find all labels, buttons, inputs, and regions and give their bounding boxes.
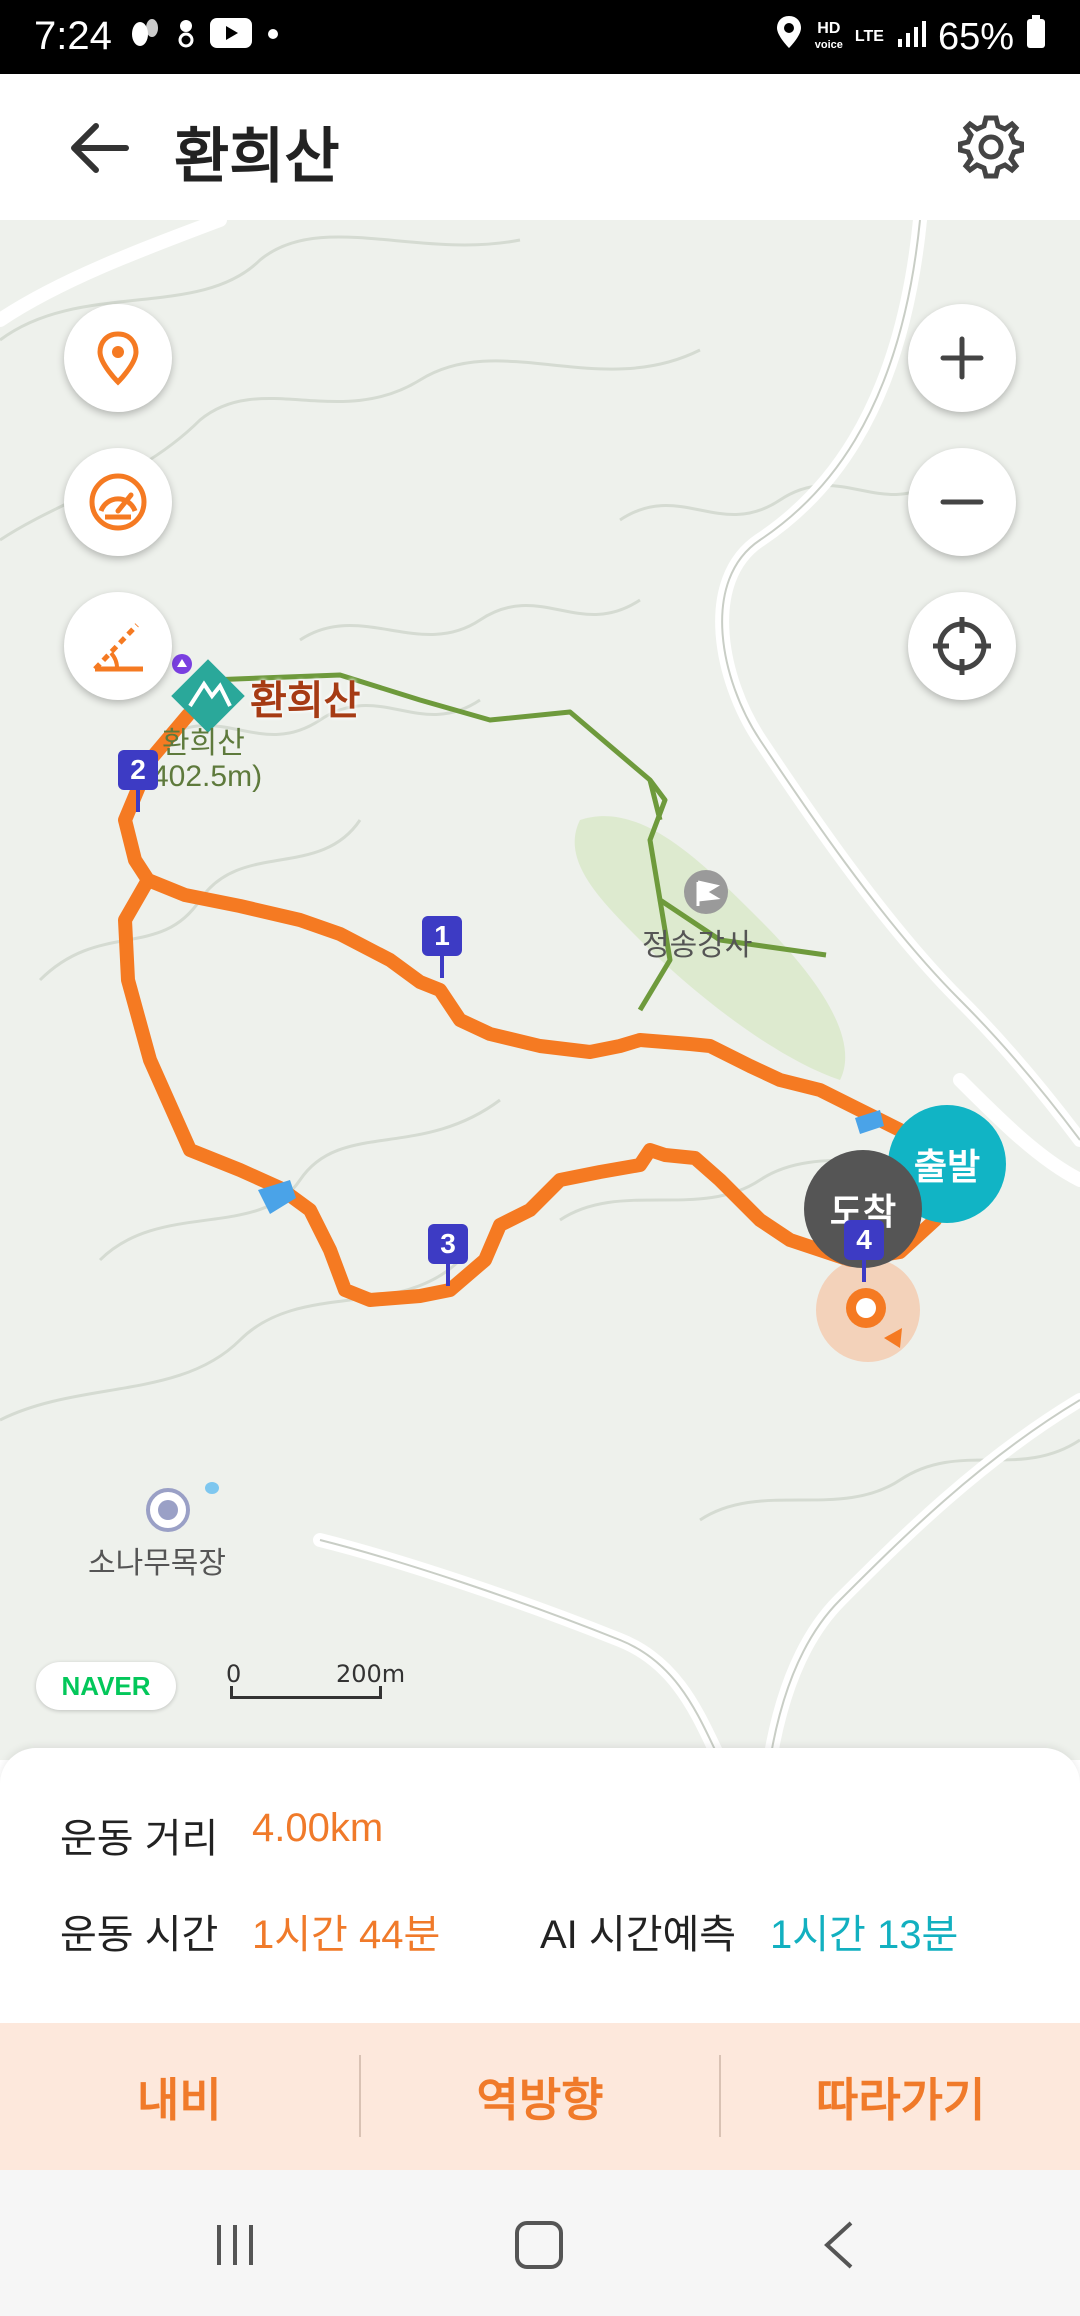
recents-icon — [217, 2225, 253, 2265]
arrow-left-icon — [71, 123, 129, 173]
distance-value: 4.00km — [252, 1806, 384, 1850]
stats-panel: 운동 거리 4.00km 운동 시간 1시간 44분 AI 시간예측 1시간 1… — [0, 1748, 1080, 2023]
system-back-button[interactable] — [806, 2210, 876, 2280]
navi-button[interactable]: 내비 — [0, 2023, 359, 2170]
battery-percent: 65% — [937, 15, 1014, 58]
settings-button[interactable] — [957, 114, 1025, 180]
speedometer-button[interactable] — [64, 448, 172, 556]
status-bar: 7:24 HD voice LTE 65% — [0, 0, 1080, 74]
distance-label: 운동 거리 — [60, 1817, 219, 1861]
hd-label: HD — [817, 20, 841, 37]
youtube-icon — [210, 18, 252, 52]
dot-icon — [266, 26, 280, 45]
location-pin-icon — [97, 331, 139, 386]
app-header: 환희산 — [0, 74, 1080, 221]
scale-bar — [230, 1686, 382, 1699]
lte-icon: LTE — [854, 28, 884, 45]
speedometer-icon — [89, 473, 147, 531]
waypoint-4[interactable]: 4 — [844, 1220, 884, 1282]
follow-button[interactable]: 따라가기 — [721, 2023, 1080, 2170]
ai-time-label: AI 시간예측 — [540, 1913, 737, 1957]
signal-icon — [896, 16, 926, 59]
home-icon — [515, 2221, 563, 2269]
plus-icon — [940, 336, 984, 380]
naver-logo: NAVER — [36, 1662, 176, 1710]
action-bar: 내비 역방향 따라가기 — [0, 2023, 1080, 2170]
status-left-icons — [128, 16, 280, 54]
location-icon — [775, 14, 803, 60]
zoom-in-button[interactable] — [908, 304, 1016, 412]
peak-info-elevation: 402.5m) — [152, 760, 263, 793]
scale-distance: 200m — [336, 1660, 406, 1688]
hd-voice-icon: HD voice — [815, 21, 843, 53]
direction-markers — [258, 1110, 884, 1214]
page-title: 환희산 — [174, 123, 340, 190]
peak-name-label: 환희산 — [250, 679, 361, 723]
battery-icon — [1026, 15, 1046, 59]
map-scale: 0 200m — [226, 1660, 405, 1699]
chevron-left-icon — [824, 2221, 853, 2269]
gear-icon — [957, 115, 1025, 179]
zoom-out-button[interactable] — [908, 448, 1016, 556]
peak-info-name: 환희산 — [162, 727, 245, 760]
home-button[interactable] — [504, 2210, 574, 2280]
crosshair-icon — [933, 617, 991, 675]
back-button[interactable] — [66, 118, 136, 178]
status-time: 7:24 — [34, 14, 112, 58]
system-nav-bar — [0, 2170, 1080, 2316]
recents-button[interactable] — [200, 2210, 270, 2280]
place-button[interactable] — [64, 304, 172, 412]
waypoint-1[interactable]: 1 — [422, 916, 462, 978]
waypoint-2[interactable]: 2 — [118, 750, 158, 812]
my-location-button[interactable] — [908, 592, 1016, 700]
waypoint-3[interactable]: 3 — [428, 1224, 468, 1286]
elevation-button[interactable] — [64, 592, 172, 700]
temple-label: 정송강사 — [642, 929, 753, 962]
minus-icon — [940, 499, 984, 505]
ai-time-value: 1시간 13분 — [770, 1913, 959, 1957]
map-view[interactable]: 환희산 환희산 402.5m) 정송강사 소나무목장 1 2 3 출발 도착 4… — [0, 220, 1080, 1760]
scale-zero: 0 — [226, 1660, 242, 1688]
notification-icon — [176, 16, 196, 54]
slope-icon — [93, 623, 143, 672]
time-label: 운동 시간 — [60, 1913, 219, 1957]
map-base — [0, 220, 1080, 1760]
voice-label: voice — [814, 39, 843, 51]
ranch-label: 소나무목장 — [88, 1547, 226, 1580]
time-value: 1시간 44분 — [252, 1913, 441, 1957]
status-right: HD voice LTE 65% — [775, 14, 1046, 60]
reverse-button[interactable]: 역방향 — [361, 2023, 720, 2170]
steps-icon — [128, 16, 162, 54]
